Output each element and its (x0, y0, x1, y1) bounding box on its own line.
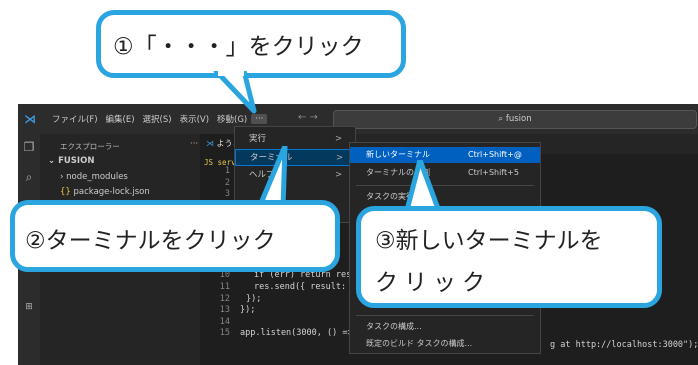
code-line-15-tail: g at http://localhost:3000"); (550, 340, 698, 350)
callout-step2: ②ターミナルをクリック (10, 200, 340, 272)
folder-name: FUSION (58, 156, 95, 166)
configure-tasks-label: タスクの構成... (366, 322, 422, 331)
code-line: }); (246, 293, 262, 304)
line-number: 3 (224, 189, 230, 200)
callout-step2-text: ②ターミナルをクリック (25, 228, 276, 254)
explorer-title: エクスプローラー (60, 142, 120, 151)
chevron-right-icon: > (335, 170, 343, 180)
chevron-right-icon: > (336, 153, 344, 163)
callout-step3-line1: ③新しいターミナルを (375, 228, 603, 254)
callout-step1-pointer (213, 71, 257, 114)
callout-step3: ③新しいターミナルを クリック (356, 206, 662, 308)
code-line: res.send({ result: (254, 282, 347, 292)
tree-item-node-modules[interactable]: › node_modules (60, 172, 128, 182)
callout-step1: ①「・・・」をクリック (96, 10, 406, 78)
search-icon: ⌕ (498, 114, 506, 124)
vscode-logo-icon: ⋊ (24, 112, 36, 126)
menu-configure-tasks[interactable]: タスクの構成... (350, 319, 540, 335)
explorer-icon[interactable]: ❐ (22, 140, 36, 154)
configure-default-build-label: 既定のビルド タスクの構成... (366, 339, 473, 348)
menu-help[interactable]: ヘルプ > (235, 167, 355, 184)
nav-arrows[interactable]: ← → (298, 112, 318, 123)
menu-terminal[interactable]: ターミナル > (235, 149, 355, 166)
line-number: 14 (219, 316, 230, 327)
menu-run[interactable]: 実行 > (235, 131, 355, 148)
line-number: 13 (219, 305, 230, 316)
search-text: fusion (505, 114, 532, 124)
callout-step3-line2: クリック (375, 270, 491, 296)
vscode-tab-icon: ⋊ (206, 139, 217, 148)
tree-item-package-lock[interactable]: {} package-lock.json (60, 187, 150, 197)
menu-view[interactable]: 表示(V) (176, 113, 213, 125)
line-number: 2 (224, 177, 230, 188)
more-actions-icon[interactable]: ··· (190, 139, 198, 149)
chevron-right-icon: > (335, 134, 343, 144)
new-terminal-shortcut: Ctrl+Shift+@ (468, 150, 522, 159)
tree-item-label: package-lock.json (73, 187, 150, 197)
title-bar: ⋊ ファイル(F) 編集(E) 選択(S) 表示(V) 移動(G) ··· ← … (18, 104, 698, 134)
menu-separator (356, 315, 534, 316)
remote-icon[interactable]: ⊞ (22, 300, 36, 314)
menu-configure-default-build[interactable]: 既定のビルド タスクの構成... (350, 336, 540, 352)
code-line: app.listen(3000, () => (240, 328, 353, 339)
code-line: }); (240, 305, 256, 316)
line-number: 15 (219, 328, 230, 339)
menu-edit[interactable]: 編集(E) (102, 113, 139, 125)
folder-root[interactable]: ⌄ FUSION (48, 156, 94, 166)
json-file-icon: {} (60, 187, 74, 197)
line-number: 1 (224, 166, 230, 176)
search-icon[interactable]: ⌕ (22, 170, 36, 184)
callout-step1-text: ①「・・・」をクリック (113, 34, 364, 60)
tree-item-label: node_modules (66, 172, 128, 182)
command-center-search[interactable]: ⌕ fusion (333, 110, 697, 129)
chevron-down-icon: ⌄ (48, 156, 59, 166)
menu-file[interactable]: ファイル(F) (48, 113, 102, 125)
split-terminal-shortcut: Ctrl+Shift+5 (468, 168, 519, 177)
line-number: 11 (219, 282, 230, 292)
line-number: 12 (219, 293, 230, 304)
menu-selection[interactable]: 選択(S) (139, 113, 176, 125)
menu-more-button[interactable]: ··· (251, 114, 268, 124)
